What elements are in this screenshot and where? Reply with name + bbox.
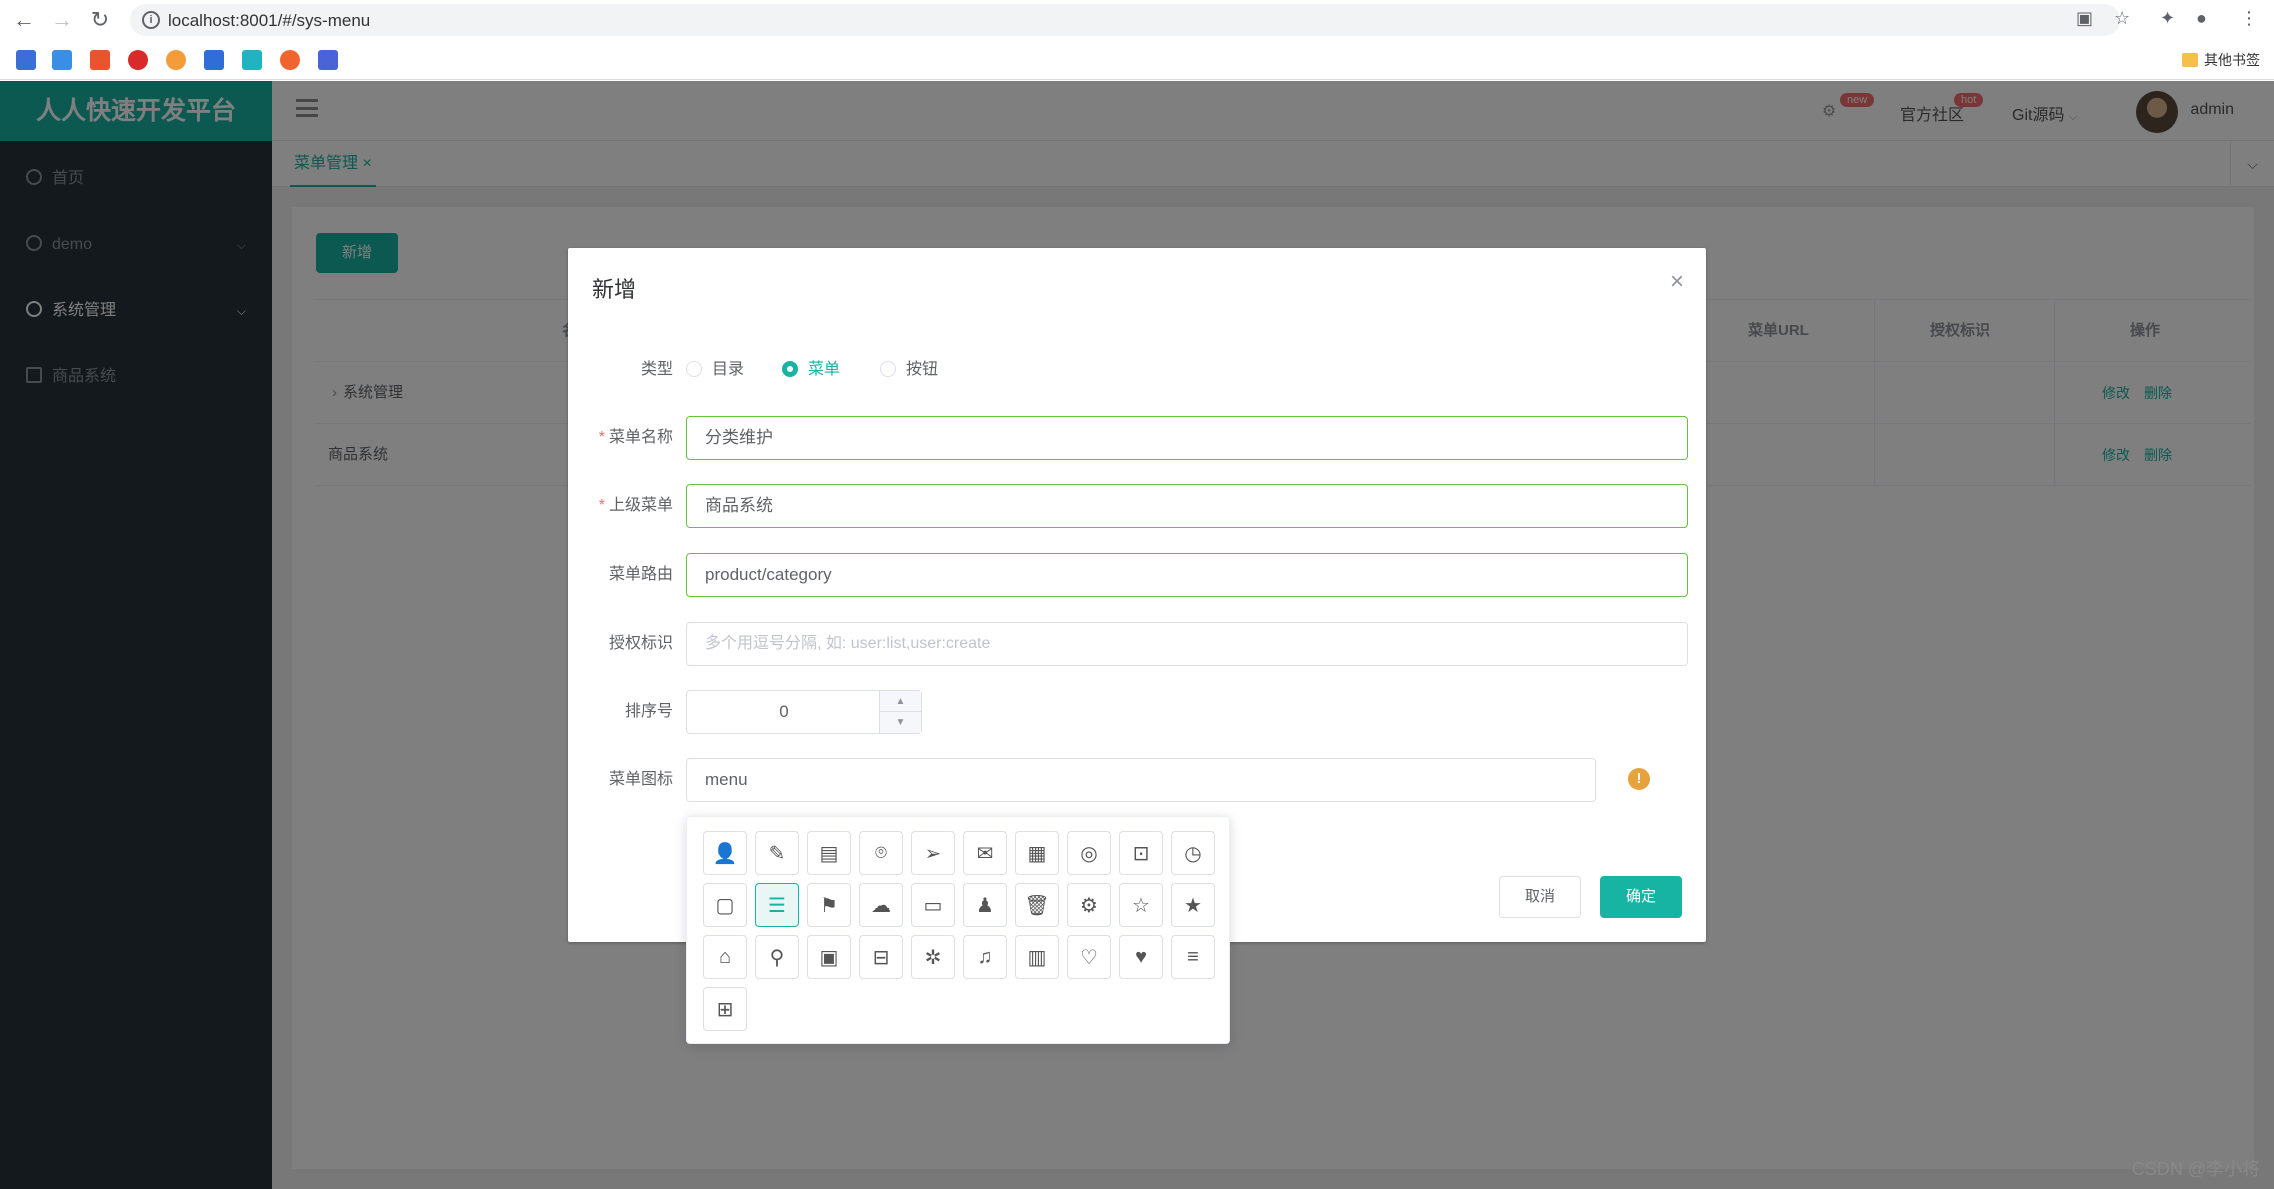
order-label: 排序号 bbox=[624, 703, 673, 720]
close-icon[interactable]: × bbox=[1670, 268, 1684, 296]
radio-directory[interactable]: 目录 bbox=[686, 358, 744, 382]
perms-label: 授权标识 bbox=[608, 635, 673, 652]
icon-label: 菜单图标 bbox=[608, 771, 673, 788]
icon-input[interactable]: menu bbox=[686, 758, 1596, 802]
bell-icon[interactable]: ♫ bbox=[963, 935, 1007, 979]
search-icon[interactable]: ⚲ bbox=[755, 935, 799, 979]
bookmark-c-icon[interactable] bbox=[166, 50, 186, 70]
forward-icon[interactable]: → bbox=[48, 6, 76, 34]
info-icon[interactable]: i bbox=[142, 11, 160, 29]
unlock-icon[interactable]: ⊟ bbox=[859, 935, 903, 979]
document-icon[interactable]: ▢ bbox=[703, 883, 747, 927]
bookmark-wiki-icon[interactable] bbox=[204, 50, 224, 70]
gear-icon[interactable]: ✲ bbox=[911, 935, 955, 979]
lines-icon[interactable]: ≡ bbox=[1171, 935, 1215, 979]
url-text: localhost:8001/#/sys-menu bbox=[168, 11, 371, 30]
type-label: 类型 bbox=[640, 361, 673, 378]
mail-icon[interactable]: ✉ bbox=[963, 831, 1007, 875]
location-icon[interactable]: ⌾ bbox=[859, 831, 903, 875]
message-icon[interactable]: ▭ bbox=[911, 883, 955, 927]
bookmark-other-label: 其他书签 bbox=[2204, 52, 2260, 68]
menu-name-input[interactable]: 分类维护 bbox=[686, 416, 1688, 460]
order-value[interactable]: 0 bbox=[687, 691, 881, 733]
confirm-button[interactable]: 确定 bbox=[1600, 876, 1682, 918]
extensions-icon[interactable]: ✦ bbox=[2160, 8, 2175, 29]
menu-name-label: * 菜单名称 bbox=[568, 416, 673, 460]
translate-icon[interactable]: ▣ bbox=[2076, 8, 2093, 29]
bookmark-bilibili-icon[interactable] bbox=[52, 50, 72, 70]
bookmark-g-icon[interactable] bbox=[128, 50, 148, 70]
clock-icon[interactable]: ◷ bbox=[1171, 831, 1215, 875]
star-icon[interactable]: ☆ bbox=[1119, 883, 1163, 927]
decrease-icon[interactable]: ▼ bbox=[879, 712, 921, 733]
cancel-button[interactable]: 取消 bbox=[1499, 876, 1581, 918]
bookmark-o-icon[interactable] bbox=[280, 50, 300, 70]
bookmarks-bar: 其他书签 bbox=[0, 40, 2274, 80]
admin-icon[interactable]: ◎ bbox=[1067, 831, 1111, 875]
address-bar[interactable]: i localhost:8001/#/sys-menu bbox=[130, 4, 2120, 36]
reload-icon[interactable]: ↻ bbox=[86, 6, 114, 34]
edit-icon[interactable]: ✎ bbox=[755, 831, 799, 875]
bookmark-paw-icon[interactable] bbox=[318, 50, 338, 70]
label-text: 上级菜单 bbox=[608, 497, 673, 514]
folder-icon bbox=[2182, 53, 2198, 67]
required-mark: * bbox=[598, 429, 605, 446]
route-input[interactable]: product/category bbox=[686, 553, 1688, 597]
heart-filled-icon[interactable]: ♥ bbox=[1119, 935, 1163, 979]
radio-label: 目录 bbox=[712, 361, 745, 378]
heart-icon[interactable]: ♡ bbox=[1067, 935, 1111, 979]
radio-circle[interactable] bbox=[782, 361, 798, 377]
icon-picker-popover: 👤 ✎ ▤ ⌾ ➢ ✉ ▦ ◎ ⊡ ◷ ▢ ☰ ⚑ ☁ ▭ ♟ 🗑 ⚙ ☆ ★ ⌂ ⚲ ▣ ⊟ ✲ ♫ ▥ ♡ ♥ ≡ ⊞ bbox=[686, 816, 1230, 1044]
chart-icon[interactable]: ▥ bbox=[1015, 935, 1059, 979]
user-icon[interactable]: 👤 bbox=[703, 831, 747, 875]
radio-label: 按钮 bbox=[906, 361, 939, 378]
delete-icon[interactable]: 🗑 bbox=[1015, 883, 1059, 927]
bookmark-csdn-icon[interactable] bbox=[90, 50, 110, 70]
dialog-title: 新增 bbox=[592, 277, 637, 302]
signpost-icon[interactable]: ⚑ bbox=[807, 883, 851, 927]
lock-icon[interactable]: ⊡ bbox=[1119, 831, 1163, 875]
label-text: 菜单名称 bbox=[608, 429, 673, 446]
radio-button[interactable]: 按钮 bbox=[880, 358, 938, 382]
home-icon[interactable]: ⌂ bbox=[703, 935, 747, 979]
settings-icon[interactable]: ⚙ bbox=[1067, 883, 1111, 927]
log-icon[interactable]: ▤ bbox=[807, 831, 851, 875]
menu-list-icon[interactable]: ☰ bbox=[755, 883, 799, 927]
bookmark-other-folder[interactable]: 其他书签 bbox=[2182, 50, 2260, 70]
grid-icon[interactable]: ⊞ bbox=[703, 987, 747, 1031]
order-stepper[interactable]: 0 ▲ ▼ bbox=[686, 690, 922, 734]
radio-menu[interactable]: 菜单 bbox=[782, 358, 840, 382]
parent-menu-label: * 上级菜单 bbox=[568, 484, 673, 528]
watermark: CSDN @李小将 bbox=[2131, 1159, 2260, 1179]
parent-menu-input[interactable]: 商品系统 bbox=[686, 484, 1688, 528]
back-icon[interactable]: ← bbox=[10, 6, 38, 34]
radio-label: 菜单 bbox=[808, 361, 841, 378]
bookmark-baidu-icon[interactable] bbox=[16, 50, 36, 70]
perms-input[interactable]: 多个用逗号分隔, 如: user:list,user:create bbox=[686, 622, 1688, 666]
warning-icon[interactable]: ! bbox=[1628, 768, 1650, 790]
profile-icon[interactable]: ● bbox=[2196, 8, 2207, 29]
cloud-upload-icon[interactable]: ☁ bbox=[859, 883, 903, 927]
send-icon[interactable]: ➢ bbox=[911, 831, 955, 875]
news-icon[interactable]: ▦ bbox=[1015, 831, 1059, 875]
radio-circle[interactable] bbox=[880, 361, 896, 377]
role-icon[interactable]: ♟ bbox=[963, 883, 1007, 927]
bookmark-star-icon[interactable]: ☆ bbox=[2114, 8, 2130, 29]
star-filled-icon[interactable]: ★ bbox=[1171, 883, 1215, 927]
chrome-menu-icon[interactable]: ⋮ bbox=[2240, 8, 2258, 29]
radio-circle[interactable] bbox=[686, 361, 702, 377]
required-mark: * bbox=[598, 497, 605, 514]
bookmark-b-icon[interactable] bbox=[242, 50, 262, 70]
route-label: 菜单路由 bbox=[608, 566, 673, 583]
browser-toolbar: ← → ↻ i localhost:8001/#/sys-menu ▣ ☆ ✦ … bbox=[0, 0, 2274, 40]
calendar-icon[interactable]: ▣ bbox=[807, 935, 851, 979]
increase-icon[interactable]: ▲ bbox=[879, 691, 921, 712]
